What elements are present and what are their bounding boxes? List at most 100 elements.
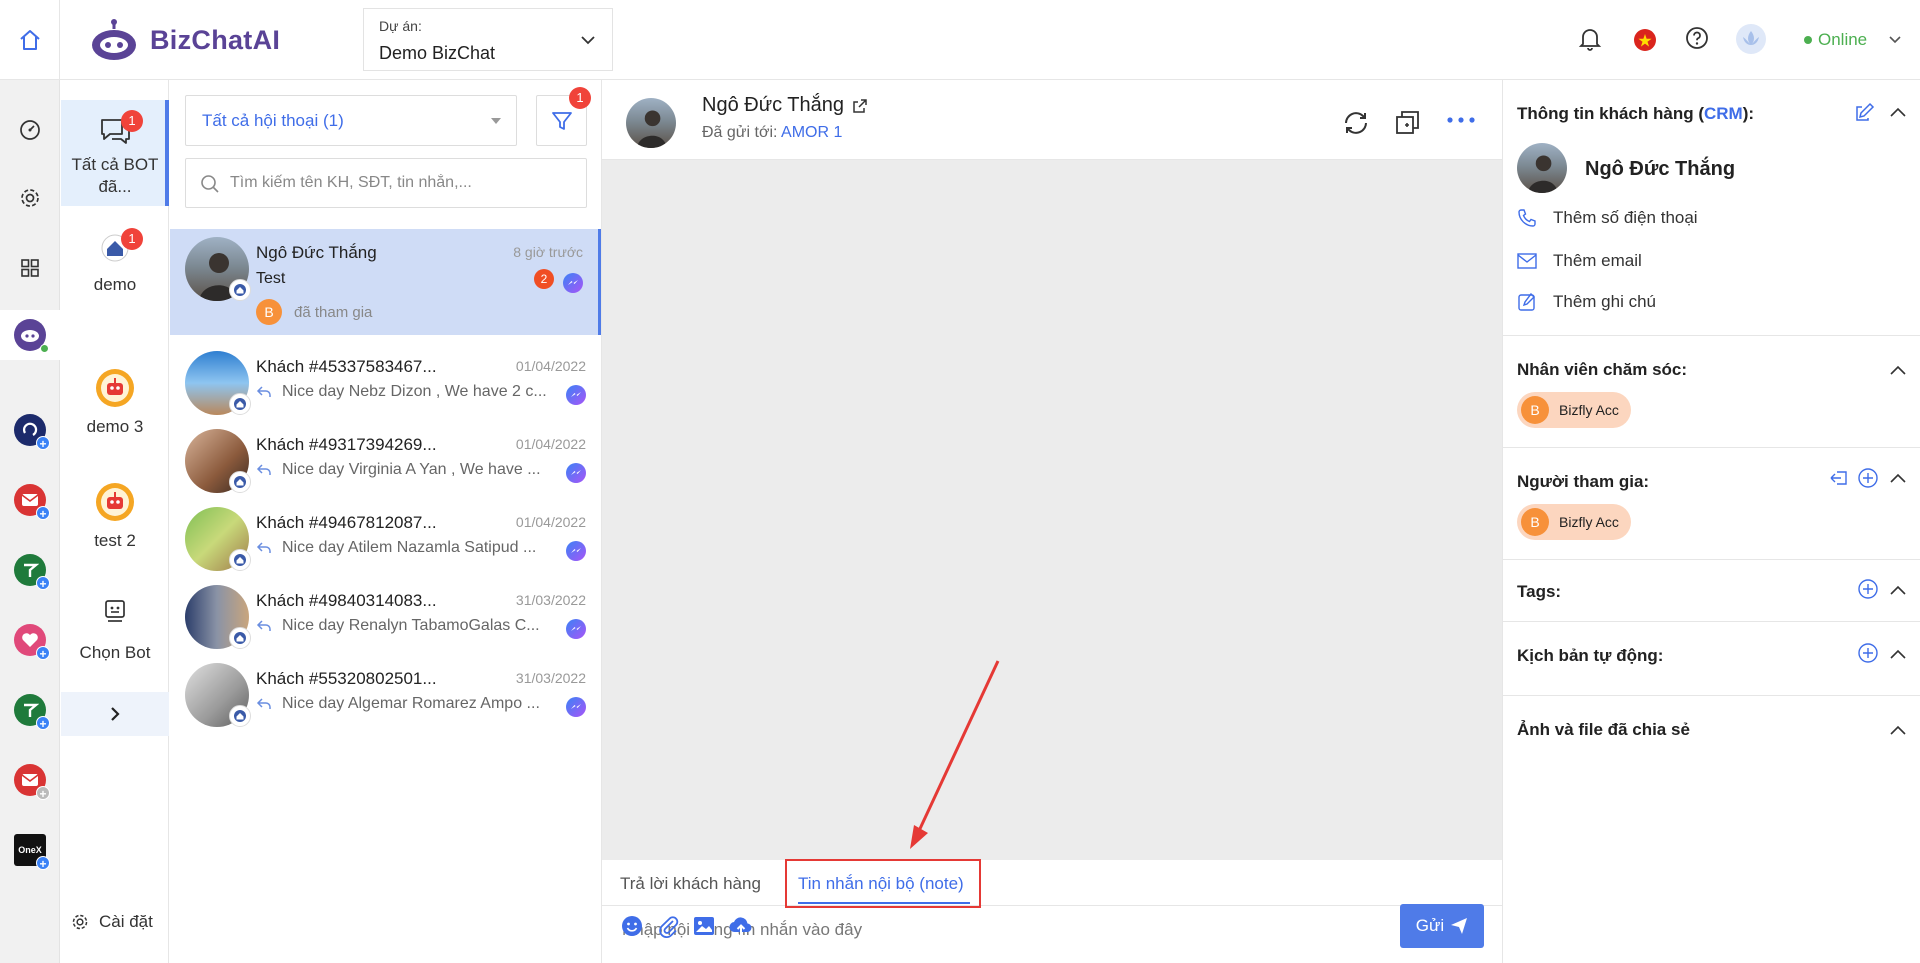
- conversation-item[interactable]: Ngô Đức Thắng 8 giờ trước Test 2 B đã th…: [170, 229, 601, 335]
- add-email-button[interactable]: Thêm email: [1517, 251, 1642, 271]
- add-phone-button[interactable]: Thêm số điện thoại: [1517, 208, 1698, 228]
- add-circle-icon[interactable]: [1857, 578, 1879, 600]
- help-button[interactable]: [1685, 26, 1709, 50]
- crm-section-tags: Tags:: [1503, 560, 1920, 622]
- vietnam-flag-icon: [1634, 29, 1656, 51]
- conversation-filter-select[interactable]: Tất cả hội thoại (1): [185, 95, 517, 146]
- conversation-item[interactable]: Khách #45337583467... 01/04/2022 Nice da…: [170, 343, 601, 421]
- app-icon-t2[interactable]: +: [14, 694, 50, 731]
- app-icon-mail[interactable]: +: [14, 484, 50, 521]
- filter-button[interactable]: 1: [536, 87, 591, 146]
- bot-demo-3[interactable]: demo 3: [61, 368, 169, 438]
- language-button[interactable]: [1634, 29, 1656, 51]
- lotus-avatar-icon: [1736, 24, 1766, 54]
- sent-to-value[interactable]: AMOR 1: [781, 124, 842, 141]
- chevron-up-icon[interactable]: [1889, 584, 1907, 596]
- add-note-label: Thêm ghi chú: [1553, 292, 1656, 311]
- chevron-up-icon[interactable]: [1889, 724, 1907, 736]
- send-button[interactable]: Gửi: [1400, 904, 1484, 948]
- app-icon-t[interactable]: +: [14, 554, 50, 591]
- add-icon: +: [36, 436, 50, 451]
- paper-plane-icon: [1451, 918, 1468, 934]
- sent-to: Đã gửi tới: AMOR 1: [702, 124, 842, 142]
- add-note-button[interactable]: Thêm ghi chú: [1517, 292, 1656, 312]
- status-select[interactable]: Online: [1804, 30, 1903, 50]
- participant-chip[interactable]: B Bizfly Acc: [1517, 504, 1631, 540]
- channel-badge-icon: [229, 393, 251, 415]
- edit-icon[interactable]: [1855, 102, 1875, 122]
- bot-label: test 2: [94, 531, 136, 550]
- cloud-upload-icon[interactable]: [728, 914, 754, 938]
- composer-toolbar: [620, 914, 754, 938]
- app-icon-mail-2[interactable]: +: [14, 764, 50, 801]
- home-button[interactable]: [0, 0, 60, 80]
- chevron-up-icon[interactable]: [1889, 472, 1907, 484]
- caret-down-icon: [491, 118, 501, 124]
- chat-title: Ngô Đức Thắng: [702, 94, 868, 117]
- app-icon-onex[interactable]: OneX +: [14, 834, 50, 871]
- conversation-column: Tất cả hội thoại (1) 1 Ngô Đức Thắng 8 g…: [170, 80, 602, 963]
- brand-logo[interactable]: BizChatAI: [88, 14, 280, 66]
- conversation-item[interactable]: Khách #49840314083... 31/03/2022 Nice da…: [170, 577, 601, 655]
- search-input[interactable]: [230, 159, 570, 207]
- settings-button[interactable]: [0, 176, 60, 220]
- add-icon: +: [36, 716, 50, 731]
- crm-section-staff: Nhân viên chăm sóc: B Bizfly Acc: [1503, 336, 1920, 448]
- app-icon-heart[interactable]: +: [14, 624, 50, 661]
- bot-all[interactable]: 1 Tất cả BOT đã...: [61, 100, 169, 206]
- conversation-item[interactable]: Khách #49317394269... 01/04/2022 Nice da…: [170, 421, 601, 499]
- conversation-item[interactable]: Khách #55320802501... 31/03/2022 Nice da…: [170, 655, 601, 733]
- robot-outline-icon: [105, 600, 125, 622]
- chevron-up-icon[interactable]: [1889, 364, 1907, 376]
- messenger-icon: [566, 463, 586, 483]
- chat-avatar: [626, 98, 676, 148]
- add-icon: +: [36, 506, 50, 521]
- attachment-icon[interactable]: [656, 914, 680, 938]
- choose-bot-button[interactable]: Chọn Bot: [61, 598, 169, 668]
- add-circle-icon[interactable]: [1857, 642, 1879, 664]
- add-circle-icon[interactable]: [1857, 467, 1879, 489]
- status-label: Online: [1818, 30, 1868, 49]
- notification-button[interactable]: [1578, 26, 1602, 52]
- bizchat-app-button[interactable]: [0, 310, 60, 360]
- image-icon[interactable]: [692, 914, 716, 938]
- dashboard-button[interactable]: [0, 108, 60, 152]
- settings-link[interactable]: Cài đặt: [71, 912, 153, 932]
- staff-chip[interactable]: B Bizfly Acc: [1517, 392, 1631, 428]
- files-title: Ảnh và file đã chia sẻ: [1517, 720, 1690, 739]
- conversation-name: Khách #49317394269...: [256, 435, 437, 454]
- emoji-icon[interactable]: [620, 914, 644, 938]
- reply-icon: [256, 698, 271, 709]
- chevron-up-icon[interactable]: [1889, 648, 1907, 660]
- conversation-name: Khách #49467812087...: [256, 513, 437, 532]
- tab-reply-customer[interactable]: Trả lời khách hàng: [620, 874, 761, 894]
- apps-button[interactable]: [0, 246, 60, 290]
- chevron-up-icon[interactable]: [1889, 106, 1907, 118]
- joined-text: đã tham gia: [294, 304, 373, 321]
- expand-button[interactable]: [61, 692, 169, 736]
- bot-label: Chọn Bot: [79, 643, 151, 662]
- app-icon-1[interactable]: +: [14, 414, 50, 451]
- refresh-icon[interactable]: [1342, 110, 1370, 136]
- conversation-item[interactable]: Khách #49467812087... 01/04/2022 Nice da…: [170, 499, 601, 577]
- user-avatar[interactable]: [1736, 24, 1766, 54]
- crm-section-participants: Người tham gia: B Bizfly Acc: [1503, 448, 1920, 560]
- bot-badge: 1: [121, 110, 143, 132]
- bot-demo[interactable]: 1 demo: [61, 228, 169, 310]
- more-icon[interactable]: [1446, 116, 1476, 124]
- project-select[interactable]: Dự án: Demo BizChat: [363, 8, 613, 71]
- bot-test-2[interactable]: test 2: [61, 482, 169, 552]
- conversation-time: 01/04/2022: [515, 358, 586, 374]
- channel-badge-icon: [229, 471, 251, 493]
- external-link-icon[interactable]: [852, 98, 868, 114]
- message-area[interactable]: [602, 160, 1502, 860]
- search-box[interactable]: [185, 158, 587, 208]
- leave-icon[interactable]: [1829, 468, 1849, 488]
- filter-badge: 1: [569, 87, 591, 109]
- bot-label: demo 3: [86, 417, 144, 436]
- messenger-icon: [566, 619, 586, 639]
- crm-link[interactable]: CRM: [1704, 104, 1743, 123]
- project-label: Dự án:: [379, 18, 422, 34]
- bot-badge: 1: [121, 228, 143, 250]
- copy-icon[interactable]: [1394, 109, 1422, 137]
